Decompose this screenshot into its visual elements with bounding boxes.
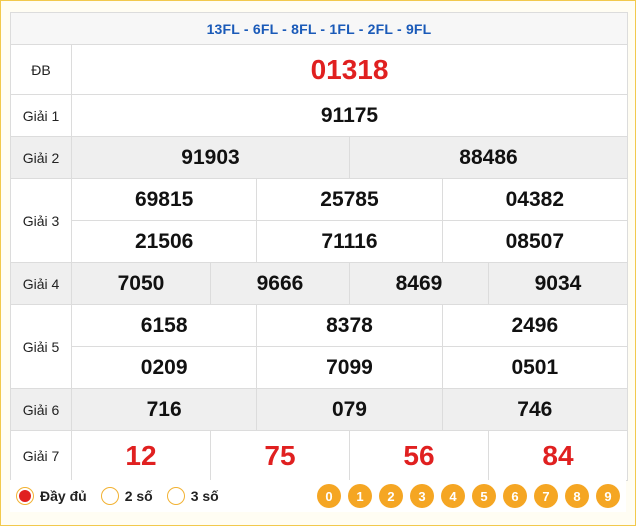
prize-label-g2: Giải 2 xyxy=(10,136,72,179)
table-row: Giải 6 716 079 746 xyxy=(10,388,629,431)
digit-button-1[interactable]: 1 xyxy=(348,484,372,508)
radio-icon[interactable] xyxy=(166,487,185,505)
prize-number: 71116 xyxy=(256,220,443,263)
prize-number: 25785 xyxy=(256,178,443,221)
table-row: 0209 7099 0501 xyxy=(11,346,629,389)
results-table: ĐB 01318 Giải 1 91175 Giải 2 91903 88486… xyxy=(10,44,629,481)
prize-number: 0501 xyxy=(441,346,629,389)
prize-label-g7: Giải 7 xyxy=(10,430,72,481)
table-row: Giải 4 7050 9666 8469 9034 xyxy=(10,262,629,305)
prize-number: 69815 xyxy=(70,178,258,221)
prize-number: 9666 xyxy=(209,262,350,305)
option-3-digits[interactable]: 3 số xyxy=(166,487,219,505)
option-label: Đầy đủ xyxy=(40,488,87,504)
radio-selected-icon[interactable] xyxy=(16,487,34,505)
prize-number: 8378 xyxy=(256,304,443,347)
province-codes: 13FL - 6FL - 8FL - 1FL - 2FL - 9FL xyxy=(206,21,432,37)
prize-number: 88486 xyxy=(348,136,629,179)
prize-number: 04382 xyxy=(441,178,629,221)
option-label: 3 số xyxy=(190,488,219,504)
prize-number: 2496 xyxy=(441,304,629,347)
special-prize-number: 01318 xyxy=(71,44,628,95)
digit-button-0[interactable]: 0 xyxy=(317,484,341,508)
prize-number: 12 xyxy=(71,430,211,481)
prize-number: 84 xyxy=(487,430,629,481)
prize-number: 8469 xyxy=(348,262,489,305)
prize-number: 91175 xyxy=(71,94,628,137)
prize-label-g6: Giải 6 xyxy=(10,388,72,431)
digit-filter: 0 1 2 3 4 5 6 7 8 9 xyxy=(317,484,620,508)
prize-number: 6158 xyxy=(70,304,258,347)
prize-number: 7050 xyxy=(71,262,211,305)
prize-number: 9034 xyxy=(487,262,629,305)
prize-number: 56 xyxy=(348,430,489,481)
prize-number: 21506 xyxy=(70,220,258,263)
prize-label-g1: Giải 1 xyxy=(10,94,72,137)
prize-number: 746 xyxy=(441,388,629,431)
digit-button-3[interactable]: 3 xyxy=(410,484,434,508)
table-row: ĐB 01318 xyxy=(10,44,628,95)
digit-button-9[interactable]: 9 xyxy=(596,484,620,508)
prize-label-db: ĐB xyxy=(10,44,72,95)
digit-button-8[interactable]: 8 xyxy=(565,484,589,508)
digit-button-5[interactable]: 5 xyxy=(472,484,496,508)
option-2-digits[interactable]: 2 số xyxy=(100,487,153,505)
prize-number: 079 xyxy=(256,388,443,431)
province-codes-header: 13FL - 6FL - 8FL - 1FL - 2FL - 9FL xyxy=(10,12,628,45)
table-row: Giải 1 91175 xyxy=(10,94,628,137)
prize-number: 08507 xyxy=(441,220,629,263)
prize-number: 0209 xyxy=(70,346,258,389)
prize-number: 91903 xyxy=(71,136,350,179)
digit-button-2[interactable]: 2 xyxy=(379,484,403,508)
table-row: Giải 7 12 75 56 84 xyxy=(10,430,629,481)
table-row: Giải 3 69815 25785 04382 xyxy=(10,178,629,263)
digit-button-7[interactable]: 7 xyxy=(534,484,558,508)
radio-icon[interactable] xyxy=(100,487,119,505)
prize-number: 716 xyxy=(70,388,258,431)
prize-label-g5: Giải 5 xyxy=(10,304,72,389)
table-row: Giải 5 6158 8378 2496 xyxy=(10,304,629,389)
prize-number: 7099 xyxy=(256,346,443,389)
option-label: 2 số xyxy=(124,488,153,504)
prize-number: 75 xyxy=(209,430,350,481)
prize-label-g4: Giải 4 xyxy=(10,262,72,305)
display-options-bar: Đầy đủ 2 số 3 số 0 1 2 3 4 5 6 7 8 9 xyxy=(10,480,626,512)
table-row: 21506 71116 08507 xyxy=(11,220,629,263)
option-full[interactable]: Đầy đủ xyxy=(16,487,87,505)
table-row: Giải 2 91903 88486 xyxy=(10,136,629,179)
prize-label-g3: Giải 3 xyxy=(10,178,72,263)
digit-button-4[interactable]: 4 xyxy=(441,484,465,508)
digit-button-6[interactable]: 6 xyxy=(503,484,527,508)
